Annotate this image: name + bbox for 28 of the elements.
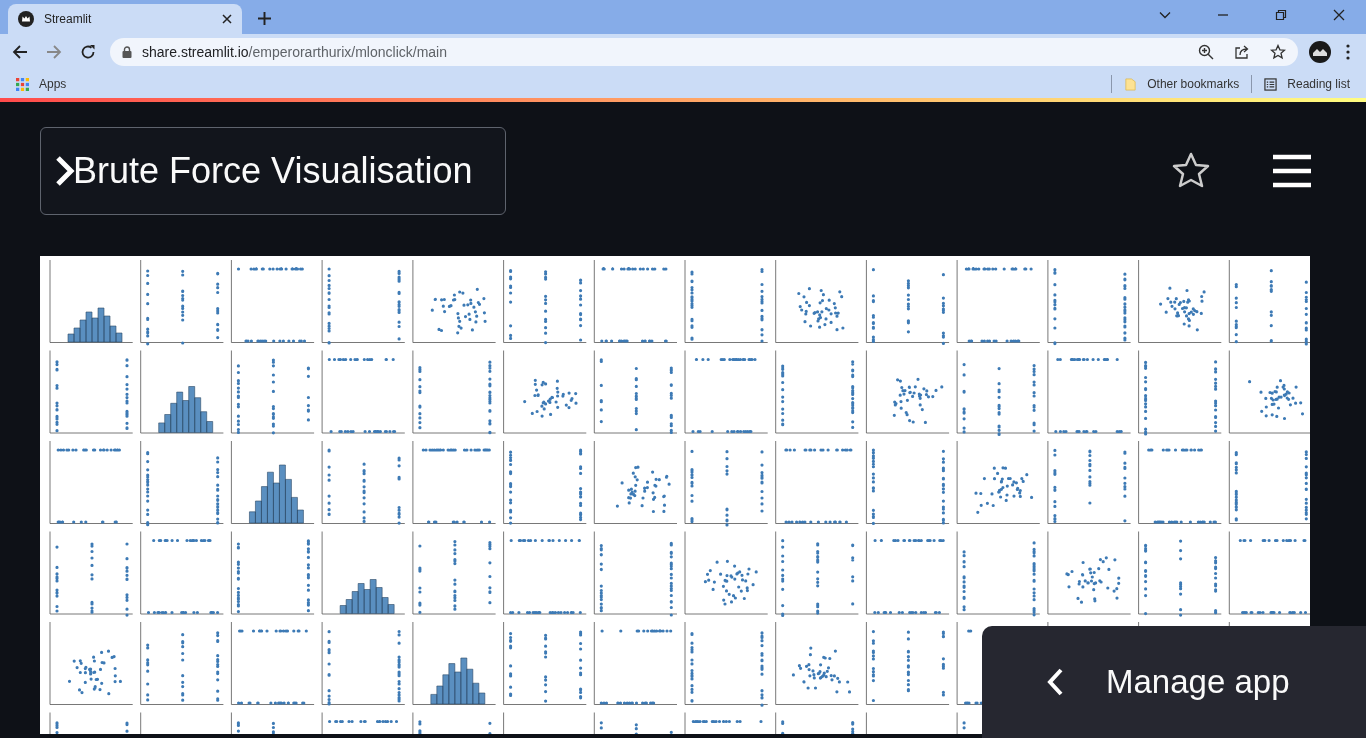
apps-grid-icon	[16, 77, 29, 91]
menu-icon[interactable]	[1273, 154, 1311, 188]
profile-avatar-icon[interactable]	[1308, 40, 1332, 64]
back-icon[interactable]	[12, 44, 28, 60]
bookmark[interactable]: Apps	[14, 75, 69, 93]
share-icon[interactable]	[1234, 44, 1250, 60]
bookmark[interactable]: Other bookmarks	[1122, 75, 1242, 93]
bookmark-star-icon[interactable]	[1270, 44, 1286, 60]
close-icon[interactable]	[222, 14, 232, 24]
bookmark[interactable]: Reading list	[1262, 75, 1352, 93]
url-text: share.streamlit.io/emperorarthurix/mlonclick/main	[142, 44, 447, 60]
folder-icon	[1124, 77, 1138, 91]
lock-icon	[122, 46, 132, 58]
reload-icon[interactable]	[80, 44, 96, 60]
restore-icon[interactable]	[1275, 9, 1287, 21]
new-tab-icon[interactable]	[258, 12, 271, 25]
address-bar[interactable]: share.streamlit.io/emperorarthurix/mlonclick/main	[110, 38, 1298, 66]
manage-app-button[interactable]: Manage app	[982, 626, 1366, 738]
crown-icon	[18, 11, 34, 27]
forward-icon[interactable]	[46, 44, 62, 60]
browser-tab[interactable]: Streamlit	[8, 4, 242, 34]
close-window-icon[interactable]	[1333, 9, 1345, 21]
zoom-icon[interactable]	[1198, 44, 1214, 60]
chevron-left-icon	[1046, 668, 1064, 696]
chevron-icon	[55, 156, 75, 186]
app-title: Brute Force Visualisation	[73, 150, 473, 192]
reading-list-icon	[1264, 77, 1278, 91]
menu-icon[interactable]	[1346, 44, 1350, 60]
